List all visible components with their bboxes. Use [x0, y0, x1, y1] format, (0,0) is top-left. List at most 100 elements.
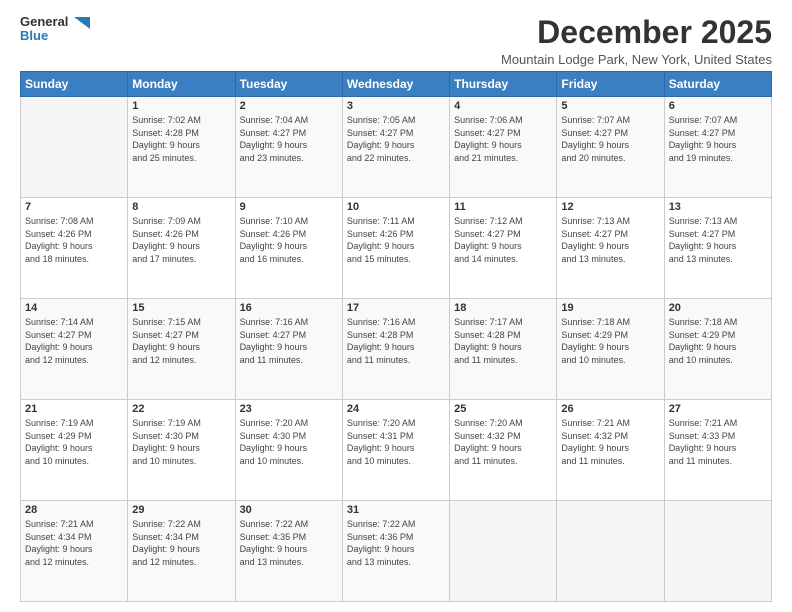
- day-info: Sunrise: 7:17 AM Sunset: 4:28 PM Dayligh…: [454, 316, 552, 366]
- calendar-cell: 5 Sunrise: 7:07 AM Sunset: 4:27 PM Daylig…: [557, 97, 664, 198]
- calendar-cell: 27Sunrise: 7:21 AM Sunset: 4:33 PM Dayli…: [664, 400, 771, 501]
- day-info: Sunrise: 7:02 AM Sunset: 4:28 PM Dayligh…: [132, 114, 230, 164]
- day-number: 19: [561, 302, 659, 314]
- day-info: Sunrise: 7:05 AM Sunset: 4:27 PM Dayligh…: [347, 114, 445, 164]
- calendar-cell: 19Sunrise: 7:18 AM Sunset: 4:29 PM Dayli…: [557, 299, 664, 400]
- calendar-week-row: 7Sunrise: 7:08 AM Sunset: 4:26 PM Daylig…: [21, 198, 772, 299]
- day-info: Sunrise: 7:10 AM Sunset: 4:26 PM Dayligh…: [240, 215, 338, 265]
- calendar-cell: 26Sunrise: 7:21 AM Sunset: 4:32 PM Dayli…: [557, 400, 664, 501]
- calendar-day-header: Thursday: [450, 72, 557, 97]
- day-info: Sunrise: 7:16 AM Sunset: 4:27 PM Dayligh…: [240, 316, 338, 366]
- calendar-cell: [21, 97, 128, 198]
- day-number: 25: [454, 403, 552, 415]
- calendar-cell: 6 Sunrise: 7:07 AM Sunset: 4:27 PM Daylig…: [664, 97, 771, 198]
- day-info: Sunrise: 7:22 AM Sunset: 4:36 PM Dayligh…: [347, 518, 445, 568]
- calendar-day-header: Tuesday: [235, 72, 342, 97]
- calendar-cell: 13 Sunrise: 7:13 AM Sunset: 4:27 PM Dayli…: [664, 198, 771, 299]
- calendar-header-row: SundayMondayTuesdayWednesdayThursdayFrid…: [21, 72, 772, 97]
- day-info: Sunrise: 7:20 AM Sunset: 4:32 PM Dayligh…: [454, 417, 552, 467]
- logo-blue: Blue: [20, 29, 90, 43]
- calendar-cell: 18 Sunrise: 7:17 AM Sunset: 4:28 PM Dayli…: [450, 299, 557, 400]
- day-number: 17: [347, 302, 445, 314]
- day-number: 30: [240, 504, 338, 516]
- day-info: Sunrise: 7:13 AM Sunset: 4:27 PM Dayligh…: [561, 215, 659, 265]
- calendar-cell: [664, 501, 771, 602]
- day-number: 18: [454, 302, 552, 314]
- calendar-cell: 29Sunrise: 7:22 AM Sunset: 4:34 PM Dayli…: [128, 501, 235, 602]
- calendar-cell: 8Sunrise: 7:09 AM Sunset: 4:26 PM Daylig…: [128, 198, 235, 299]
- day-number: 12: [561, 201, 659, 213]
- calendar-cell: 1 Sunrise: 7:02 AM Sunset: 4:28 PM Daylig…: [128, 97, 235, 198]
- main-title: December 2025: [501, 15, 772, 50]
- calendar-cell: 4 Sunrise: 7:06 AM Sunset: 4:27 PM Daylig…: [450, 97, 557, 198]
- calendar-week-row: 28Sunrise: 7:21 AM Sunset: 4:34 PM Dayli…: [21, 501, 772, 602]
- calendar-cell: 11Sunrise: 7:12 AM Sunset: 4:27 PM Dayli…: [450, 198, 557, 299]
- calendar-cell: 23Sunrise: 7:20 AM Sunset: 4:30 PM Dayli…: [235, 400, 342, 501]
- calendar-cell: 15 Sunrise: 7:15 AM Sunset: 4:27 PM Dayli…: [128, 299, 235, 400]
- subtitle: Mountain Lodge Park, New York, United St…: [501, 52, 772, 67]
- day-number: 3: [347, 100, 445, 112]
- day-info: Sunrise: 7:07 AM Sunset: 4:27 PM Dayligh…: [561, 114, 659, 164]
- day-number: 22: [132, 403, 230, 415]
- calendar-cell: [450, 501, 557, 602]
- calendar-cell: 3 Sunrise: 7:05 AM Sunset: 4:27 PM Daylig…: [342, 97, 449, 198]
- day-number: 29: [132, 504, 230, 516]
- day-number: 21: [25, 403, 123, 415]
- calendar-cell: 24 Sunrise: 7:20 AM Sunset: 4:31 PM Dayli…: [342, 400, 449, 501]
- calendar-cell: 31 Sunrise: 7:22 AM Sunset: 4:36 PM Dayli…: [342, 501, 449, 602]
- day-number: 10: [347, 201, 445, 213]
- day-info: Sunrise: 7:15 AM Sunset: 4:27 PM Dayligh…: [132, 316, 230, 366]
- calendar-cell: 2Sunrise: 7:04 AM Sunset: 4:27 PM Daylig…: [235, 97, 342, 198]
- day-number: 31: [347, 504, 445, 516]
- calendar-cell: 16 Sunrise: 7:16 AM Sunset: 4:27 PM Dayli…: [235, 299, 342, 400]
- day-number: 15: [132, 302, 230, 314]
- day-number: 16: [240, 302, 338, 314]
- logo-general: General: [20, 15, 90, 29]
- day-info: Sunrise: 7:13 AM Sunset: 4:27 PM Dayligh…: [669, 215, 767, 265]
- day-info: Sunrise: 7:07 AM Sunset: 4:27 PM Dayligh…: [669, 114, 767, 164]
- calendar-day-header: Monday: [128, 72, 235, 97]
- day-info: Sunrise: 7:20 AM Sunset: 4:31 PM Dayligh…: [347, 417, 445, 467]
- day-number: 28: [25, 504, 123, 516]
- day-number: 14: [25, 302, 123, 314]
- calendar-cell: 12 Sunrise: 7:13 AM Sunset: 4:27 PM Dayli…: [557, 198, 664, 299]
- calendar-cell: 25 Sunrise: 7:20 AM Sunset: 4:32 PM Dayli…: [450, 400, 557, 501]
- calendar-day-header: Saturday: [664, 72, 771, 97]
- logo: General Blue: [20, 15, 90, 44]
- calendar-week-row: 1 Sunrise: 7:02 AM Sunset: 4:28 PM Daylig…: [21, 97, 772, 198]
- day-info: Sunrise: 7:22 AM Sunset: 4:35 PM Dayligh…: [240, 518, 338, 568]
- day-info: Sunrise: 7:21 AM Sunset: 4:33 PM Dayligh…: [669, 417, 767, 467]
- day-number: 23: [240, 403, 338, 415]
- calendar-day-header: Wednesday: [342, 72, 449, 97]
- calendar-cell: 22 Sunrise: 7:19 AM Sunset: 4:30 PM Dayli…: [128, 400, 235, 501]
- day-info: Sunrise: 7:19 AM Sunset: 4:29 PM Dayligh…: [25, 417, 123, 467]
- page: General Blue December 2025 Mountain Lodg…: [0, 0, 792, 612]
- calendar-table: SundayMondayTuesdayWednesdayThursdayFrid…: [20, 71, 772, 602]
- day-info: Sunrise: 7:11 AM Sunset: 4:26 PM Dayligh…: [347, 215, 445, 265]
- day-info: Sunrise: 7:19 AM Sunset: 4:30 PM Dayligh…: [132, 417, 230, 467]
- day-number: 20: [669, 302, 767, 314]
- calendar-week-row: 21 Sunrise: 7:19 AM Sunset: 4:29 PM Dayli…: [21, 400, 772, 501]
- calendar-cell: 21 Sunrise: 7:19 AM Sunset: 4:29 PM Dayli…: [21, 400, 128, 501]
- day-info: Sunrise: 7:06 AM Sunset: 4:27 PM Dayligh…: [454, 114, 552, 164]
- day-info: Sunrise: 7:08 AM Sunset: 4:26 PM Dayligh…: [25, 215, 123, 265]
- calendar-cell: [557, 501, 664, 602]
- calendar-cell: 10 Sunrise: 7:11 AM Sunset: 4:26 PM Dayli…: [342, 198, 449, 299]
- day-number: 24: [347, 403, 445, 415]
- calendar-day-header: Sunday: [21, 72, 128, 97]
- logo-triangle: [74, 17, 90, 29]
- day-number: 9: [240, 201, 338, 213]
- day-info: Sunrise: 7:09 AM Sunset: 4:26 PM Dayligh…: [132, 215, 230, 265]
- day-number: 5: [561, 100, 659, 112]
- day-info: Sunrise: 7:16 AM Sunset: 4:28 PM Dayligh…: [347, 316, 445, 366]
- day-number: 4: [454, 100, 552, 112]
- day-number: 11: [454, 201, 552, 213]
- day-number: 1: [132, 100, 230, 112]
- calendar-cell: 7Sunrise: 7:08 AM Sunset: 4:26 PM Daylig…: [21, 198, 128, 299]
- day-number: 13: [669, 201, 767, 213]
- calendar-cell: 9 Sunrise: 7:10 AM Sunset: 4:26 PM Daylig…: [235, 198, 342, 299]
- day-number: 6: [669, 100, 767, 112]
- calendar-week-row: 14Sunrise: 7:14 AM Sunset: 4:27 PM Dayli…: [21, 299, 772, 400]
- calendar-cell: 20 Sunrise: 7:18 AM Sunset: 4:29 PM Dayli…: [664, 299, 771, 400]
- day-info: Sunrise: 7:18 AM Sunset: 4:29 PM Dayligh…: [669, 316, 767, 366]
